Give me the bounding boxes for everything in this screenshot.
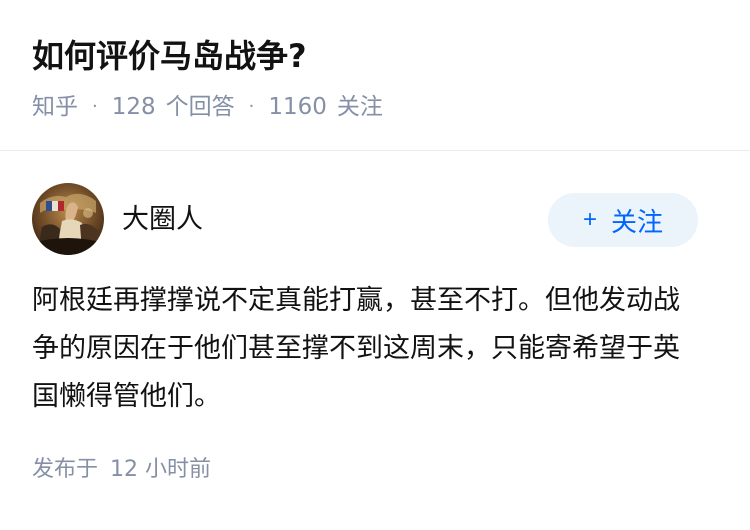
follow-button[interactable]: + 关注 bbox=[548, 193, 698, 247]
published-label: 发布于 bbox=[32, 457, 99, 482]
answer-footer: 发布于 12 小时前 bbox=[32, 451, 718, 483]
published-time: 12 小时前 bbox=[110, 457, 212, 482]
question-title[interactable]: 如何评价马岛战争? bbox=[32, 34, 718, 78]
answers-count: 128 bbox=[111, 94, 156, 120]
author-row: 大圈人 + 关注 bbox=[32, 183, 718, 255]
section-divider bbox=[0, 150, 750, 151]
followers-label: 关注 bbox=[336, 94, 383, 120]
followers-count: 1160 bbox=[268, 94, 327, 120]
question-meta: 知乎 · 128 个回答 · 1160 关注 bbox=[32, 92, 718, 122]
question-page: 如何评价马岛战争? 知乎 · 128 个回答 · 1160 关注 大圈人 + 关… bbox=[0, 0, 750, 530]
plus-icon: + bbox=[582, 206, 597, 233]
follow-button-label: 关注 bbox=[611, 206, 664, 237]
meta-separator: · bbox=[92, 96, 98, 117]
avatar-painting-icon bbox=[32, 183, 104, 255]
answer-card: 大圈人 + 关注 阿根廷再撑撑说不定真能打赢，甚至不打。但他发动战争的原因在于他… bbox=[0, 183, 750, 483]
avatar[interactable] bbox=[32, 183, 104, 255]
meta-separator: · bbox=[248, 96, 255, 117]
author-name[interactable]: 大圈人 bbox=[122, 197, 203, 236]
source-label[interactable]: 知乎 bbox=[32, 92, 78, 122]
answer-content[interactable]: 阿根廷再撑撑说不定真能打赢，甚至不打。但他发动战争的原因在于他们甚至撑不到这周末… bbox=[32, 277, 702, 421]
question-header: 如何评价马岛战争? 知乎 · 128 个回答 · 1160 关注 bbox=[0, 0, 750, 120]
answers-label: 个回答 bbox=[165, 94, 235, 120]
